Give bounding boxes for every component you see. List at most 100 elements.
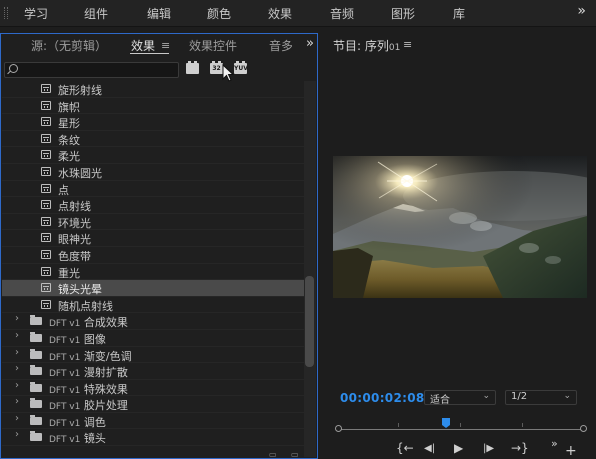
effect-item[interactable]: 点射线 [2, 197, 304, 214]
active-tab-indicator [130, 53, 169, 54]
effects-panel: 源:（无剪辑） 效果 ≡ 效果控件 音多 » 32 YUV 旋形射线 旗帜 星形… [0, 33, 318, 459]
tab-audio-clip-mixer[interactable]: 音多 [269, 37, 292, 54]
effect-icon [41, 166, 51, 176]
panel-menu-icon[interactable]: ≡ [161, 39, 170, 52]
chevron-right-icon[interactable]: › [15, 313, 19, 324]
effect-folder[interactable]: › DFT v1 图像 [2, 330, 304, 347]
effect-item[interactable]: 水珠圆光 [2, 164, 304, 181]
effect-item[interactable]: 眼神光 [2, 230, 304, 247]
workspace-tab-libraries[interactable]: 库 [453, 5, 465, 22]
effect-item[interactable]: 旋形射线 [2, 81, 304, 98]
effect-item[interactable]: 重光 [2, 264, 304, 281]
panel-menu-icon[interactable]: ≡ [403, 38, 412, 51]
program-monitor-panel: 节目: 序列01 ≡ 00:00:02:08 适合 ⌄ 1/2 ⌄ {← ◀| … [324, 33, 596, 459]
effect-item[interactable]: 旗帜 [2, 98, 304, 115]
effect-folder[interactable]: › DFT v1 调色 [2, 413, 304, 430]
playhead-handle[interactable] [442, 418, 451, 428]
effect-item[interactable]: 星形 [2, 114, 304, 131]
effect-icon [41, 183, 51, 193]
effect-item-selected[interactable]: 镜头光晕 [2, 280, 304, 297]
chevron-right-icon[interactable]: › [15, 380, 19, 391]
new-bin-icon[interactable]: ▭ [269, 450, 277, 459]
effects-search-input[interactable] [4, 62, 179, 78]
playhead-timecode[interactable]: 00:00:02:08 [340, 391, 425, 405]
effect-icon [41, 200, 51, 210]
scrollbar-track[interactable] [304, 81, 316, 457]
landscape-frame-image [333, 156, 587, 298]
video-preview[interactable] [333, 156, 587, 298]
workspace-overflow-button[interactable]: » [577, 3, 586, 19]
effect-icon [41, 216, 51, 226]
effect-icon [41, 249, 51, 259]
effect-icon [41, 283, 51, 293]
workspace-tab-color[interactable]: 颜色 [207, 5, 231, 22]
mark-out-button[interactable]: →} [511, 441, 529, 455]
effect-item[interactable]: 色度带 [2, 247, 304, 264]
mouse-cursor-icon [222, 64, 235, 82]
workspace-tab-audio[interactable]: 音频 [330, 5, 354, 22]
step-forward-button[interactable]: |▶ [483, 443, 494, 454]
button-editor-overflow[interactable]: » [551, 437, 558, 450]
effect-item[interactable]: 条纹 [2, 131, 304, 148]
effect-item[interactable]: 点 [2, 181, 304, 198]
step-back-button[interactable]: ◀| [424, 443, 435, 454]
chevron-right-icon[interactable]: › [15, 330, 19, 341]
tab-source[interactable]: 源:（无剪辑） [31, 37, 107, 54]
folder-icon [30, 348, 42, 359]
folder-icon [30, 414, 42, 425]
effects-tree: 旋形射线 旗帜 星形 条纹 柔光 水珠圆光 点 点射线 环境光 眼神光 色度带 … [2, 81, 304, 447]
chevron-right-icon[interactable]: › [15, 347, 19, 358]
effect-icon [41, 133, 51, 143]
chevron-right-icon[interactable]: › [15, 429, 19, 440]
effect-folder[interactable]: › DFT v1 渐变/色调 [2, 347, 304, 364]
accelerated-effects-icon[interactable] [186, 61, 199, 74]
effect-folder[interactable]: › DFT v1 漫射扩散 [2, 363, 304, 380]
timeline-scrubber[interactable] [335, 418, 587, 438]
playback-resolution-select[interactable]: 1/2 ⌄ [505, 390, 577, 405]
mark-in-button[interactable]: {← [396, 441, 414, 455]
effect-icon [41, 266, 51, 276]
effect-item[interactable]: 柔光 [2, 147, 304, 164]
zoom-fit-select[interactable]: 适合 ⌄ [424, 390, 496, 406]
search-icon [9, 64, 18, 73]
chevron-right-icon[interactable]: › [15, 413, 19, 424]
effect-folder[interactable]: › DFT v1 镜头 [2, 429, 304, 447]
tab-effects[interactable]: 效果 [131, 37, 155, 54]
effect-icon [41, 117, 51, 127]
zoom-handle-right[interactable] [580, 425, 587, 432]
workspace-tab-editing[interactable]: 编辑 [147, 5, 171, 22]
effect-icon [41, 299, 51, 309]
program-monitor-title[interactable]: 节目: 序列01 [333, 37, 400, 54]
effect-icon [41, 233, 51, 243]
effect-icon [41, 84, 51, 93]
zoom-handle-left[interactable] [335, 425, 342, 432]
workspace-tab-graphics[interactable]: 图形 [391, 5, 415, 22]
effect-folder[interactable]: › DFT v1 合成效果 [2, 313, 304, 330]
chevron-down-icon: ⌄ [482, 391, 490, 401]
tab-effect-controls[interactable]: 效果控件 [189, 37, 237, 54]
effect-folder[interactable]: › DFT v1 胶片处理 [2, 396, 304, 413]
button-editor-add-icon[interactable]: + [565, 443, 577, 459]
effect-item[interactable]: 环境光 [2, 214, 304, 231]
scrollbar-thumb[interactable] [305, 276, 314, 367]
chevron-down-icon: ⌄ [563, 391, 571, 401]
workspace-tab-learn[interactable]: 学习 [24, 5, 48, 22]
delete-icon[interactable]: ▭ [291, 450, 299, 459]
chevron-right-icon[interactable]: › [15, 363, 19, 374]
panel-overflow-button[interactable]: » [306, 36, 314, 51]
folder-icon [30, 398, 42, 409]
folder-icon [30, 331, 42, 342]
effect-icon [41, 150, 51, 160]
workspace-tab-effects[interactable]: 效果 [268, 5, 292, 22]
folder-icon [30, 315, 42, 326]
chevron-right-icon[interactable]: › [15, 396, 19, 407]
grip-handle[interactable] [4, 7, 8, 19]
workspace-tab-assembly[interactable]: 组件 [84, 5, 108, 22]
folder-icon [30, 381, 42, 392]
workspace-bar: 学习 组件 编辑 颜色 效果 音频 图形 库 » [0, 0, 596, 27]
folder-icon [30, 365, 42, 376]
effect-icon [41, 100, 51, 110]
effect-folder[interactable]: › DFT v1 特殊效果 [2, 380, 304, 397]
effect-item[interactable]: 随机点射线 [2, 297, 304, 314]
play-button[interactable]: ▶ [454, 441, 463, 455]
